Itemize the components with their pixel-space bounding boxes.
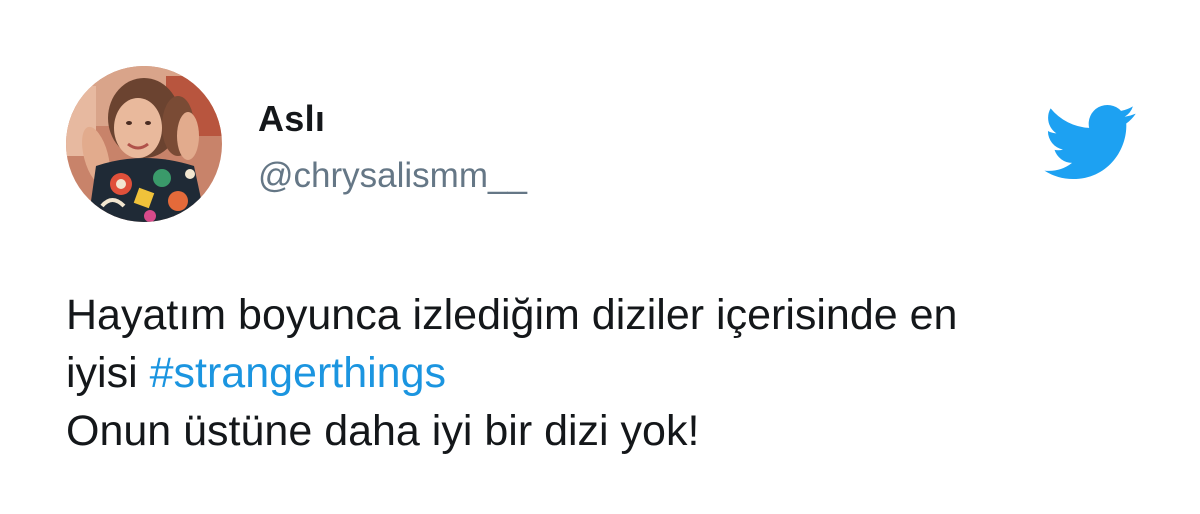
tweet-line-2: iyisi #strangerthings xyxy=(66,344,1146,402)
author-display-name[interactable]: Aslı xyxy=(258,98,325,140)
hashtag-link[interactable]: #strangerthings xyxy=(150,349,446,397)
tweet-line-3: Onun üstüne daha iyi bir dizi yok! xyxy=(66,407,700,455)
twitter-bird-icon[interactable] xyxy=(1044,104,1136,180)
author-handle[interactable]: @chrysalismm__ xyxy=(258,156,527,196)
tweet-line-1: Hayatım boyunca izlediğim diziler içeris… xyxy=(66,291,958,339)
tweet-card: Aslı @chrysalismm__ Hayatım boyunca izle… xyxy=(0,0,1200,514)
tweet-text: Hayatım boyunca izlediğim diziler içeris… xyxy=(66,286,1146,460)
tweet-line-2-text: iyisi xyxy=(66,349,150,397)
author-avatar[interactable] xyxy=(66,66,222,222)
avatar-photo xyxy=(66,66,222,222)
